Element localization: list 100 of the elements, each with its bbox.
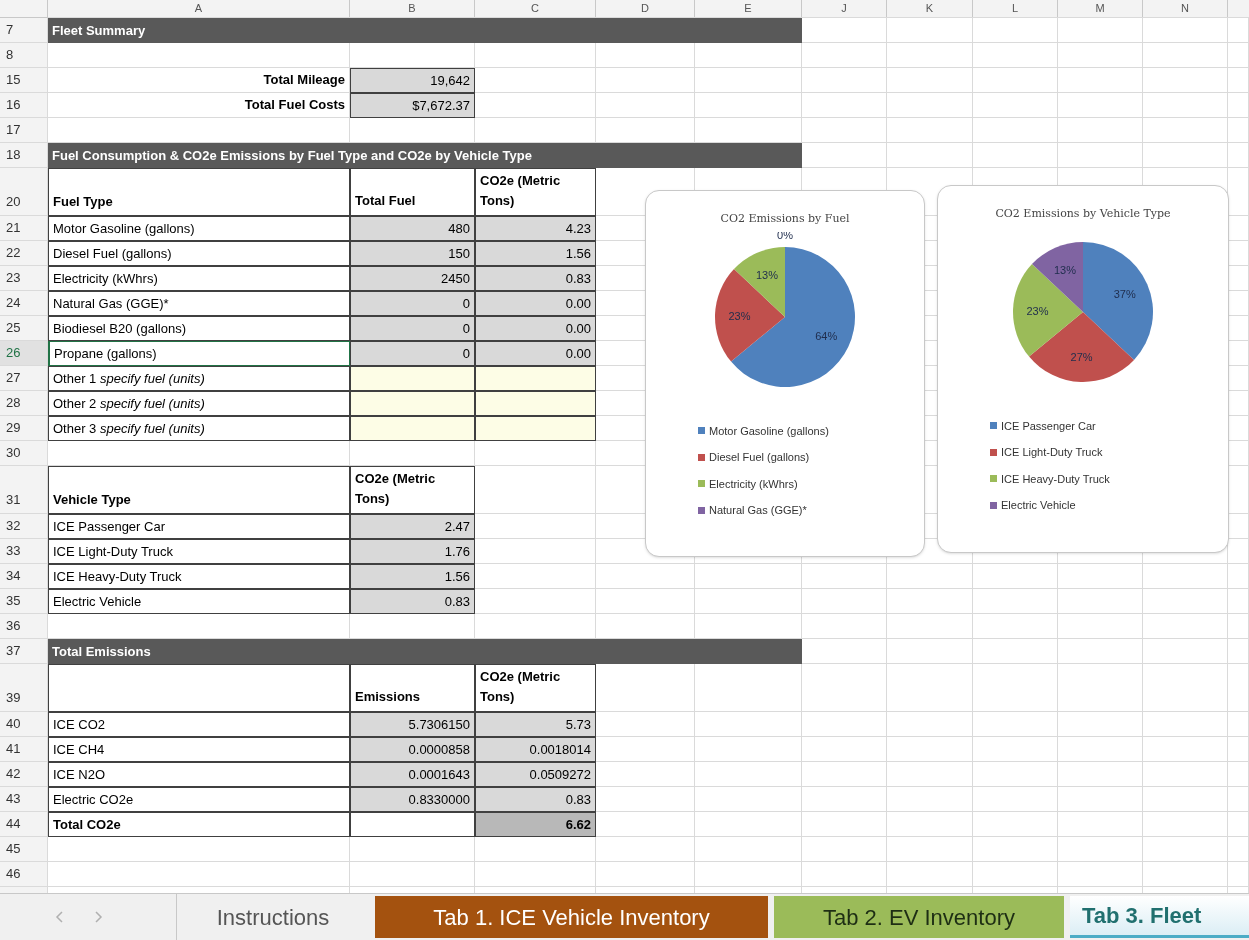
label-cell: ICE Light-Duty Truck: [48, 539, 350, 564]
row-header[interactable]: 42: [0, 762, 48, 787]
header-cell: CO2e (Metric Tons): [350, 466, 475, 514]
value-cell: 0.8330000: [350, 787, 475, 812]
chart-title: CO2 Emissions by Vehicle Type: [995, 206, 1171, 222]
row-header[interactable]: 30: [0, 441, 48, 466]
value-cell: 0.0001643: [350, 762, 475, 787]
value-cell: 0.83: [350, 589, 475, 614]
value-cell: 480: [350, 216, 475, 241]
row-header[interactable]: 44: [0, 812, 48, 837]
value-cell: 0: [350, 291, 475, 316]
row-header[interactable]: 24: [0, 291, 48, 316]
value-cell: $7,672.37: [350, 93, 475, 118]
label-cell: ICE N2O: [48, 762, 350, 787]
row-header[interactable]: 41: [0, 737, 48, 762]
value-cell: 2450: [350, 266, 475, 291]
row-header[interactable]: 22: [0, 241, 48, 266]
row-header[interactable]: 37: [0, 639, 48, 664]
value-cell: 1.56: [475, 241, 596, 266]
row-header[interactable]: 23: [0, 266, 48, 291]
row-header[interactable]: 33: [0, 539, 48, 564]
data-label: 27%: [1070, 351, 1093, 363]
label-cell: Motor Gasoline (gallons): [48, 216, 350, 241]
label-cell: Diesel Fuel (gallons): [48, 241, 350, 266]
header-cell: Total Fuel: [350, 168, 475, 216]
legend-label: Electric Vehicle: [1001, 498, 1076, 513]
sheet-tab[interactable]: Instructions: [177, 896, 369, 938]
header-cell: Emissions: [350, 664, 475, 712]
label-cell: ICE Heavy-Duty Truck: [48, 564, 350, 589]
data-label: 13%: [755, 268, 778, 281]
row-header[interactable]: 35: [0, 589, 48, 614]
row-header[interactable]: 18: [0, 143, 48, 168]
row-header[interactable]: 25: [0, 316, 48, 341]
legend-label: ICE Light-Duty Truck: [1001, 445, 1103, 460]
data-label: 23%: [728, 309, 751, 322]
row-header[interactable]: 28: [0, 391, 48, 416]
row-header[interactable]: 32: [0, 514, 48, 539]
value-cell: 6.62: [475, 812, 596, 837]
value-cell: 2.47: [350, 514, 475, 539]
row-header[interactable]: 36: [0, 614, 48, 639]
value-cell: 1.56: [350, 564, 475, 589]
label-cell: Natural Gas (GGE)*: [48, 291, 350, 316]
value-cell: 0.00: [475, 341, 596, 366]
row-header[interactable]: 15: [0, 68, 48, 93]
row-header[interactable]: 21: [0, 216, 48, 241]
column-header[interactable]: J: [802, 0, 887, 18]
sheet-tab[interactable]: Tab 3. Fleet: [1070, 896, 1249, 938]
value-cell: 0: [350, 341, 475, 366]
row-header[interactable]: 34: [0, 564, 48, 589]
section-header: Fuel Consumption & CO2e Emissions by Fuel Type and CO2e by Vehicle Type: [48, 143, 802, 168]
sheet-tab[interactable]: Tab 1. ICE Vehicle Inventory: [375, 896, 768, 938]
row-header[interactable]: 26: [0, 341, 48, 366]
row-header[interactable]: 20: [0, 168, 48, 216]
row-header[interactable]: 31: [0, 466, 48, 514]
row-header[interactable]: 8: [0, 43, 48, 68]
scroll-right-icon[interactable]: [95, 911, 103, 923]
label-cell: ICE CO2: [48, 712, 350, 737]
value-cell: 0.83: [475, 266, 596, 291]
column-header[interactable]: L: [973, 0, 1058, 18]
label-cell: ICE Passenger Car: [48, 514, 350, 539]
label-cell: Propane (gallons): [48, 341, 350, 366]
legend-label: ICE Passenger Car: [1001, 418, 1096, 434]
value-cell: 5.73: [475, 712, 596, 737]
sheet-tab[interactable]: Tab 2. EV Inventory: [774, 896, 1064, 938]
row-header[interactable]: 7: [0, 18, 48, 43]
value-cell: 19,642: [350, 68, 475, 93]
row-header[interactable]: 39: [0, 664, 48, 712]
legend-label: Diesel Fuel (gallons): [709, 450, 810, 465]
value-cell: 1.76: [350, 539, 475, 564]
section-header: Total Emissions: [48, 639, 802, 664]
row-header[interactable]: 45: [0, 837, 48, 862]
row-header[interactable]: 27: [0, 366, 48, 391]
value-cell: 0.0000858: [350, 737, 475, 762]
section-header: Fleet Summary: [48, 18, 802, 43]
label-cell: Electric Vehicle: [48, 589, 350, 614]
label-cell: ICE CH4: [48, 737, 350, 762]
row-header[interactable]: 16: [0, 93, 48, 118]
row-header[interactable]: 29: [0, 416, 48, 441]
label-cell: Electricity (kWhrs): [48, 266, 350, 291]
row-header[interactable]: 43: [0, 787, 48, 812]
column-header[interactable]: K: [887, 0, 973, 18]
label-cell: Total CO2e: [48, 812, 350, 837]
data-label: 13%: [1053, 263, 1076, 276]
row-header[interactable]: 40: [0, 712, 48, 737]
field-label: Total Fuel Costs: [244, 96, 345, 115]
legend-label: Motor Gasoline (gallons): [709, 423, 829, 439]
value-cell: 0.0509272: [475, 762, 596, 787]
legend-label: ICE Heavy-Duty Truck: [1001, 471, 1110, 487]
label-cell: Other 2 specify fuel (units): [48, 391, 350, 416]
row-header[interactable]: 17: [0, 118, 48, 143]
row-header[interactable]: 46: [0, 862, 48, 887]
data-label: 23%: [1026, 304, 1049, 317]
column-header[interactable]: M: [1058, 0, 1143, 18]
value-cell: 4.23: [475, 216, 596, 241]
value-cell: 150: [350, 241, 475, 266]
value-cell: 0.00: [475, 291, 596, 316]
scroll-left-icon[interactable]: [55, 911, 63, 923]
column-header[interactable]: N: [1143, 0, 1228, 18]
label-cell: Electric CO2e: [48, 787, 350, 812]
value-cell: 0: [350, 316, 475, 341]
